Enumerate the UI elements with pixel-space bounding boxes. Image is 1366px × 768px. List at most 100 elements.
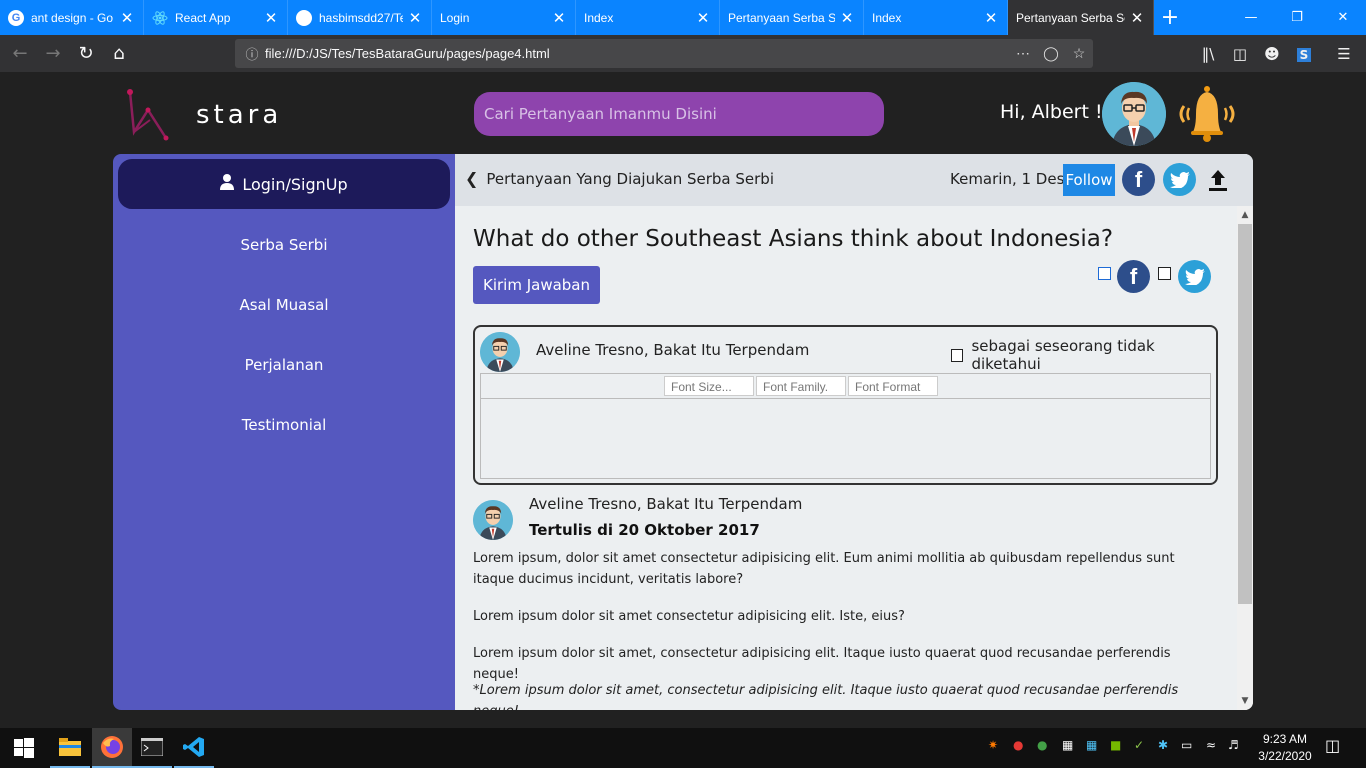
reload-icon[interactable]: ↻	[70, 38, 102, 70]
avast-icon[interactable]: ✷	[988, 738, 998, 752]
toolbar-right: ‖\ ◫ ☻ S ☰	[1192, 35, 1360, 72]
editor-text-area[interactable]	[481, 399, 1210, 479]
share-facebook-checkbox[interactable]	[1098, 267, 1111, 280]
volume-icon[interactable]: ♬	[1228, 738, 1239, 752]
twitter-icon[interactable]	[1163, 163, 1196, 196]
clock-time: 9:23 AM	[1262, 732, 1308, 746]
react-icon	[152, 10, 168, 26]
file-explorer-icon[interactable]	[50, 728, 90, 768]
close-icon[interactable]: ✕	[263, 9, 279, 27]
restore-icon[interactable]: ❐	[1274, 0, 1320, 35]
tray-app-icon[interactable]: ▦	[1086, 738, 1097, 752]
logo-text: stara	[196, 100, 283, 130]
follow-button[interactable]: Follow	[1063, 164, 1115, 196]
sidebar-toggle-icon[interactable]: ◫	[1224, 45, 1256, 63]
share-twitter-checkbox[interactable]	[1158, 267, 1171, 280]
forward-arrow-icon[interactable]: →	[37, 38, 69, 70]
answer-written-date: Tertulis di 20 Oktober 2017	[529, 521, 760, 539]
tab-react-app[interactable]: React App ✕	[144, 0, 288, 35]
windows-start-icon[interactable]	[4, 728, 44, 768]
avatar	[473, 500, 513, 540]
tab-label: hasbimsdd27/Te	[319, 10, 403, 25]
tab-label: Index	[872, 10, 902, 25]
twitter-icon[interactable]	[1178, 260, 1211, 293]
tab-index[interactable]: Index ✕	[576, 0, 720, 35]
close-icon[interactable]: ✕	[551, 9, 567, 27]
nvidia-icon[interactable]: ■	[1110, 738, 1121, 752]
facebook-icon[interactable]: f	[1117, 260, 1150, 293]
share-upload-icon[interactable]	[1207, 168, 1229, 192]
editor-toolbar: Font Size... Font Family. Font Format	[481, 374, 1210, 399]
answer-author: Aveline Tresno, Bakat Itu Terpendam	[536, 341, 810, 359]
avatar[interactable]	[1102, 82, 1166, 146]
account-icon[interactable]: ☻	[1256, 45, 1288, 63]
login-signup-button[interactable]: Login/SignUp	[118, 159, 450, 209]
browser-nav-bar: ← → ↻ ⌂ ⓘ file:///D:/JS/Tes/TesBataraGur…	[0, 35, 1366, 72]
minimize-icon[interactable]: —	[1228, 0, 1274, 35]
new-tab-button[interactable]: +	[1154, 0, 1186, 35]
back-arrow-icon[interactable]: ←	[4, 38, 36, 70]
vscode-icon[interactable]	[174, 728, 214, 768]
anonymous-option[interactable]: sebagai seseorang tidak diketahui	[951, 337, 1216, 373]
notification-bell-icon[interactable]	[1174, 84, 1240, 144]
user-icon	[220, 174, 235, 194]
font-format-select[interactable]: Font Format	[848, 376, 938, 396]
bookmark-star-icon[interactable]: ☆	[1065, 45, 1093, 62]
anonymous-label: sebagai seseorang tidak diketahui	[971, 337, 1155, 373]
tab-ant-design[interactable]: G ant design - Go ✕	[0, 0, 144, 35]
scrollbar-thumb[interactable]	[1238, 224, 1252, 604]
window-controls: — ❐ ✕	[1228, 0, 1366, 35]
sidebar-item-asal-muasal[interactable]: Asal Muasal	[113, 296, 455, 314]
rich-text-editor: Font Size... Font Family. Font Format	[480, 373, 1211, 479]
font-size-select[interactable]: Font Size...	[664, 376, 754, 396]
tray-app-icon[interactable]: ✓	[1134, 738, 1144, 752]
tray-app-icon[interactable]: ●	[1037, 738, 1047, 752]
scroll-down-icon[interactable]: ▼	[1237, 696, 1253, 706]
home-icon[interactable]: ⌂	[103, 38, 135, 70]
font-family-select[interactable]: Font Family.	[756, 376, 846, 396]
sidebar-item-testimonial[interactable]: Testimonial	[113, 416, 455, 434]
sidebar-item-perjalanan[interactable]: Perjalanan	[113, 356, 455, 374]
close-icon[interactable]: ✕	[407, 9, 423, 27]
facebook-icon[interactable]: f	[1122, 163, 1155, 196]
question-date: Kemarin, 1 Des	[950, 170, 1065, 188]
sidebar-item-serba-serbi[interactable]: Serba Serbi	[113, 236, 455, 254]
tab-pertanyaan[interactable]: Pertanyaan Serba Se ✕	[720, 0, 864, 35]
scroll-up-icon[interactable]: ▲	[1237, 210, 1253, 220]
tab-index-2[interactable]: Index ✕	[864, 0, 1008, 35]
battery-icon[interactable]: ▭	[1181, 738, 1192, 752]
info-icon[interactable]: ⓘ	[239, 44, 265, 63]
close-icon[interactable]: ✕	[119, 9, 135, 27]
notification-center-icon[interactable]: ◫	[1325, 736, 1340, 755]
close-window-icon[interactable]: ✕	[1320, 0, 1366, 35]
extension-icon[interactable]: S	[1288, 45, 1320, 63]
close-icon[interactable]: ✕	[839, 9, 855, 27]
tray-app-icon[interactable]: ▦	[1062, 738, 1073, 752]
close-icon[interactable]: ✕	[1129, 9, 1145, 27]
search-input[interactable]: Cari Pertanyaan Imanmu Disini	[474, 92, 884, 136]
more-icon[interactable]: ⋯	[1009, 45, 1037, 62]
close-icon[interactable]: ✕	[983, 9, 999, 27]
kirim-jawaban-button[interactable]: Kirim Jawaban	[473, 266, 600, 304]
back-link[interactable]: ❮ Pertanyaan Yang Diajukan Serba Serbi	[465, 169, 774, 188]
url-text[interactable]: file:///D:/JS/Tes/TesBataraGuru/pages/pa…	[265, 46, 1009, 61]
tab-pertanyaan-active[interactable]: Pertanyaan Serba Se ✕	[1008, 0, 1154, 35]
answer-paragraph: Lorem ipsum, dolor sit amet consectetur …	[473, 551, 1175, 587]
scrollbar[interactable]: ▲ ▼	[1237, 206, 1253, 710]
library-icon[interactable]: ‖\	[1192, 45, 1224, 63]
url-bar[interactable]: ⓘ file:///D:/JS/Tes/TesBataraGuru/pages/…	[235, 39, 1093, 68]
bluetooth-icon[interactable]: ✱	[1158, 738, 1168, 752]
tab-github[interactable]: hasbimsdd27/Te ✕	[288, 0, 432, 35]
taskbar-clock[interactable]: 9:23 AM 3/22/2020	[1248, 731, 1322, 765]
anonymous-checkbox[interactable]	[951, 348, 964, 362]
wifi-icon[interactable]: ≈	[1206, 738, 1216, 752]
tab-label: Login	[440, 10, 470, 25]
tray-app-icon[interactable]: ●	[1013, 738, 1023, 752]
close-icon[interactable]: ✕	[695, 9, 711, 27]
menu-icon[interactable]: ☰	[1328, 45, 1360, 63]
tab-login[interactable]: Login ✕	[432, 0, 576, 35]
stara-logo[interactable]: stara	[126, 88, 282, 142]
terminal-icon[interactable]	[132, 728, 172, 768]
firefox-icon[interactable]	[92, 728, 132, 768]
pocket-icon[interactable]: ◯	[1037, 45, 1065, 62]
